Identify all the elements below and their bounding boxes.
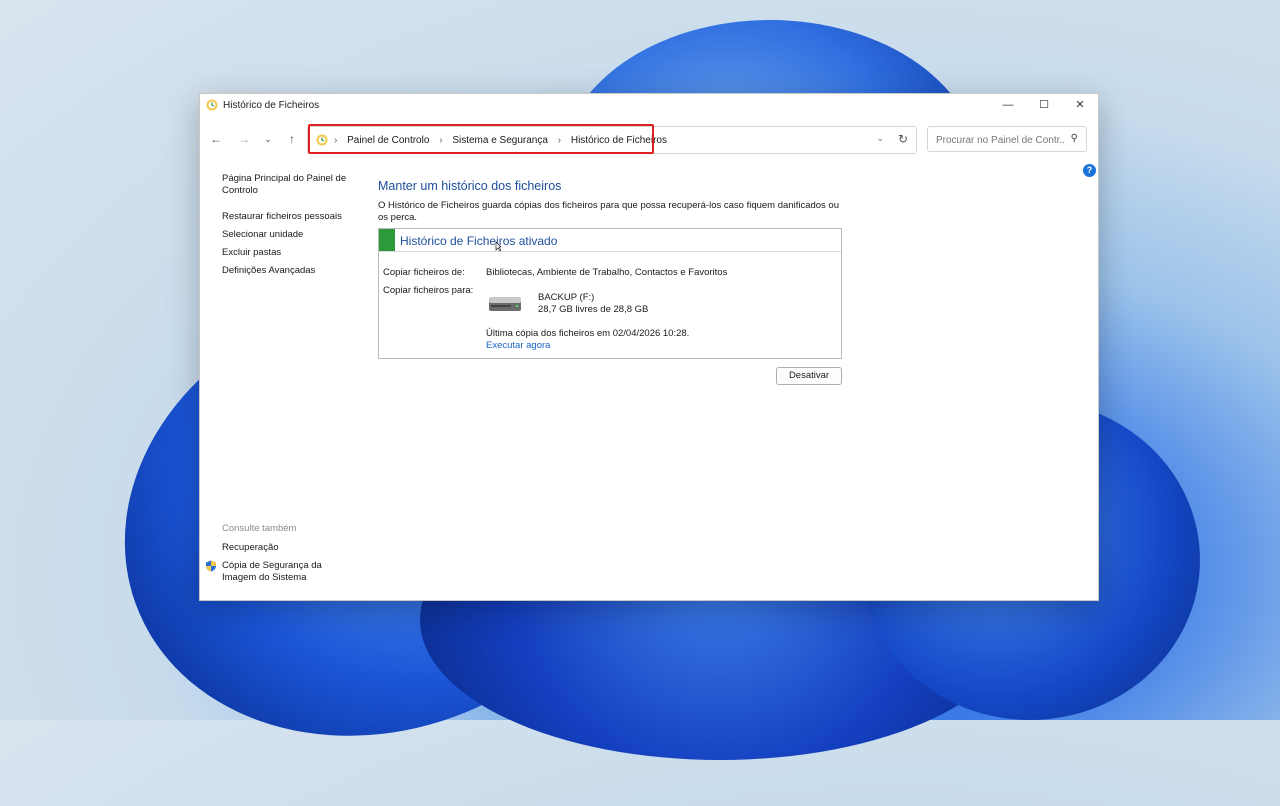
forward-button[interactable]: → — [236, 131, 252, 147]
last-copy-text: Última cópia dos ficheiros em 02/04/2026… — [486, 328, 690, 339]
drive-icon — [489, 297, 521, 311]
main-content: Manter um histórico dos ficheiros O Hist… — [378, 179, 848, 385]
page-description: O Histórico de Ficheiros guarda cópias d… — [378, 200, 839, 223]
address-bar[interactable]: › Painel de Controlo › Sistema e Seguran… — [307, 124, 917, 154]
file-history-icon — [206, 99, 218, 111]
search-box[interactable]: ⚲ — [927, 126, 1087, 153]
search-input[interactable] — [934, 127, 1068, 153]
navigation-bar: ← → ⌄ ↑ › Painel de Controlo › Sistema e… — [200, 124, 1098, 154]
status-title: Histórico de Ficheiros ativado — [400, 234, 558, 248]
status-indicator — [379, 229, 395, 251]
copy-from-value: Bibliotecas, Ambiente de Trabalho, Conta… — [486, 267, 728, 278]
highlight-box — [308, 124, 654, 154]
recent-locations-button[interactable]: ⌄ — [260, 131, 276, 147]
see-also-section: Consulte também Recuperação Cópia de Seg… — [206, 523, 352, 590]
sidebar-item-exclude-folders[interactable]: Excluir pastas — [222, 247, 352, 259]
status-header: Histórico de Ficheiros ativado — [379, 229, 841, 252]
copy-from-label: Copiar ficheiros de: — [383, 267, 465, 278]
window-title: Histórico de Ficheiros — [223, 100, 320, 111]
shield-icon — [206, 560, 216, 572]
drive-space: 28,7 GB livres de 28,8 GB — [538, 304, 649, 315]
drive-name: BACKUP (F:) — [538, 292, 595, 303]
minimize-button[interactable]: — — [990, 94, 1026, 116]
see-also-label: Consulte também — [222, 523, 297, 534]
up-button[interactable]: ↑ — [284, 131, 300, 147]
sidebar: Página Principal do Painel de Controlo R… — [222, 173, 352, 283]
title-bar[interactable]: Histórico de Ficheiros — ☐ ✕ — [200, 94, 1098, 116]
sidebar-item-select-drive[interactable]: Selecionar unidade — [222, 229, 352, 241]
search-icon[interactable]: ⚲ — [1071, 133, 1078, 144]
help-icon[interactable]: ? — [1083, 164, 1096, 177]
see-also-recovery[interactable]: Recuperação — [222, 542, 352, 554]
status-panel: Histórico de Ficheiros ativado Copiar fi… — [378, 228, 842, 359]
disable-button[interactable]: Desativar — [776, 367, 842, 385]
sidebar-item-advanced-settings[interactable]: Definições Avançadas — [222, 265, 352, 277]
back-button[interactable]: ← — [208, 131, 224, 147]
sidebar-item-home[interactable]: Página Principal do Painel de Controlo — [222, 173, 352, 197]
see-also-system-image-backup[interactable]: Cópia de Segurança da Imagem do Sistema — [222, 560, 352, 584]
copy-to-label: Copiar ficheiros para: — [383, 285, 474, 296]
refresh-icon[interactable]: ↻ — [898, 132, 908, 146]
file-history-window: Histórico de Ficheiros — ☐ ✕ ← → ⌄ ↑ › P… — [199, 93, 1099, 601]
chevron-down-icon[interactable]: ⌄ — [876, 133, 884, 144]
page-title: Manter um histórico dos ficheiros — [378, 179, 562, 193]
text-cursor-icon — [495, 242, 501, 252]
close-button[interactable]: ✕ — [1062, 94, 1098, 116]
sidebar-item-restore[interactable]: Restaurar ficheiros pessoais — [222, 211, 352, 223]
run-now-link[interactable]: Executar agora — [486, 340, 550, 351]
maximize-button[interactable]: ☐ — [1026, 94, 1062, 116]
